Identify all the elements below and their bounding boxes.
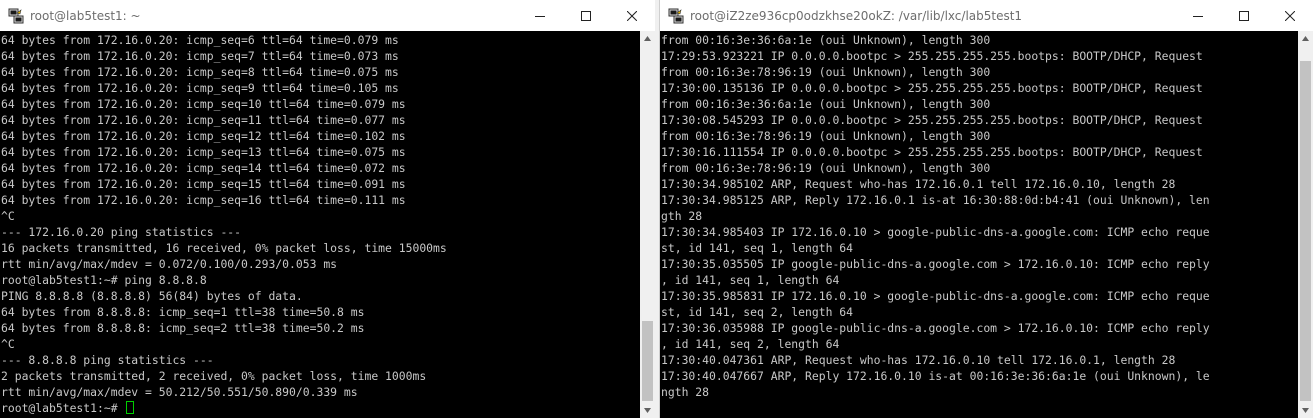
terminal-line: from 00:16:3e:78:96:19 (oui Unknown), le…: [661, 129, 991, 143]
terminal-line: 17:29:53.923221 IP 0.0.0.0.bootpc > 255.…: [661, 49, 1203, 63]
terminal-line: from 00:16:3e:36:6a:1e (oui Unknown), le…: [661, 97, 991, 111]
chevron-up-icon: [644, 36, 651, 41]
terminal-line: 17:30:34.985403 IP 172.16.0.10 > google-…: [661, 225, 1210, 239]
putty-icon: [8, 8, 24, 23]
terminal-line: , id 141, seq 2, length 64: [661, 337, 840, 351]
terminal-line: 2 packets transmitted, 2 received, 0% pa…: [1, 369, 427, 383]
terminal-line: 64 bytes from 172.16.0.20: icmp_seq=10 t…: [1, 97, 406, 111]
minimize-icon: [535, 15, 545, 17]
scrollbar-thumb[interactable]: [1300, 61, 1311, 401]
terminal-line: gth 28: [661, 209, 703, 223]
chevron-down-icon: [644, 408, 651, 413]
terminal-line: st, id 141, seq 1, length 64: [661, 241, 854, 255]
terminal-line: 17:30:40.047667 ARP, Reply 172.16.0.10 i…: [661, 369, 1210, 383]
terminal-line: 64 bytes from 8.8.8.8: icmp_seq=2 ttl=38…: [1, 321, 365, 335]
titlebar-left[interactable]: root@lab5test1: ~: [0, 0, 655, 31]
terminal-line: 64 bytes from 172.16.0.20: icmp_seq=8 tt…: [1, 65, 399, 79]
terminal-line: ^C: [1, 209, 15, 223]
terminal-line: PING 8.8.8.8 (8.8.8.8) 56(84) bytes of d…: [1, 289, 303, 303]
close-button[interactable]: [609, 0, 655, 31]
terminal-line: 17:30:08.545293 IP 0.0.0.0.bootpc > 255.…: [661, 113, 1203, 127]
terminal-line: 64 bytes from 172.16.0.20: icmp_seq=11 t…: [1, 113, 406, 127]
terminal-line: from 00:16:3e:78:96:19 (oui Unknown), le…: [661, 65, 991, 79]
vertical-scrollbar[interactable]: [1298, 31, 1313, 418]
maximize-button[interactable]: [1221, 0, 1267, 31]
putty-icon: [668, 8, 684, 23]
chevron-down-icon: [1302, 408, 1309, 413]
vertical-scrollbar[interactable]: [640, 31, 655, 418]
maximize-button[interactable]: [563, 0, 609, 31]
scroll-up-button[interactable]: [1298, 31, 1313, 46]
minimize-icon: [1193, 15, 1203, 17]
terminal-line: 64 bytes from 172.16.0.20: icmp_seq=16 t…: [1, 193, 406, 207]
terminal-line: st, id 141, seq 2, length 64: [661, 305, 854, 319]
close-icon: [1285, 10, 1295, 21]
terminal-line: 17:30:35.985831 IP 172.16.0.10 > google-…: [661, 289, 1210, 303]
scroll-up-button[interactable]: [640, 31, 655, 46]
terminal-output[interactable]: 64 bytes from 172.16.0.20: icmp_seq=6 tt…: [0, 31, 640, 418]
close-icon: [627, 10, 637, 21]
terminal-line: rtt min/avg/max/mdev = 50.212/50.551/50.…: [1, 385, 358, 399]
window-title: root@iZ2ze936cp0odzkhse20okZ: /var/lib/l…: [690, 8, 1023, 23]
minimize-button[interactable]: [1175, 0, 1221, 31]
terminal-line: rtt min/avg/max/mdev = 0.072/0.100/0.293…: [1, 257, 338, 271]
terminal-line: 64 bytes from 172.16.0.20: icmp_seq=12 t…: [1, 129, 406, 143]
terminal-line: ngth 28: [661, 385, 710, 399]
terminal-output[interactable]: from 00:16:3e:36:6a:1e (oui Unknown), le…: [660, 31, 1298, 418]
terminal-line: 64 bytes from 172.16.0.20: icmp_seq=13 t…: [1, 145, 406, 159]
terminal-line: 64 bytes from 8.8.8.8: icmp_seq=1 ttl=38…: [1, 305, 365, 319]
terminal-line: from 00:16:3e:78:96:19 (oui Unknown), le…: [661, 161, 991, 175]
terminal-line: , id 141, seq 1, length 64: [661, 273, 840, 287]
chevron-up-icon: [1302, 36, 1309, 41]
terminal-line: 17:30:00.135136 IP 0.0.0.0.bootpc > 255.…: [661, 81, 1203, 95]
scroll-down-button[interactable]: [640, 403, 655, 418]
terminal-line: 64 bytes from 172.16.0.20: icmp_seq=7 tt…: [1, 49, 399, 63]
scroll-down-button[interactable]: [1298, 403, 1313, 418]
close-button[interactable]: [1267, 0, 1313, 31]
titlebar-right[interactable]: root@iZ2ze936cp0odzkhse20okZ: /var/lib/l…: [660, 0, 1313, 31]
window-title: root@lab5test1: ~: [30, 8, 141, 23]
terminal-line: 16 packets transmitted, 16 received, 0% …: [1, 241, 447, 255]
terminal-line: from 00:16:3e:36:6a:1e (oui Unknown), le…: [661, 33, 991, 47]
prompt-line[interactable]: root@lab5test1:~#: [1, 400, 640, 416]
terminal-line: 17:30:34.985102 ARP, Request who-has 172…: [661, 177, 1176, 191]
terminal-line: root@lab5test1:~# ping 8.8.8.8: [1, 273, 207, 287]
terminal-line: --- 8.8.8.8 ping statistics ---: [1, 353, 214, 367]
terminal-line: 17:30:34.985125 ARP, Reply 172.16.0.1 is…: [661, 193, 1210, 207]
terminal-line: --- 172.16.0.20 ping statistics ---: [1, 225, 242, 239]
text-cursor: [126, 401, 135, 414]
terminal-line: 64 bytes from 172.16.0.20: icmp_seq=14 t…: [1, 161, 406, 175]
terminal-line: 64 bytes from 172.16.0.20: icmp_seq=6 tt…: [1, 33, 399, 47]
minimize-button[interactable]: [517, 0, 563, 31]
scrollbar-thumb[interactable]: [642, 321, 653, 401]
terminal-window-right[interactable]: root@iZ2ze936cp0odzkhse20okZ: /var/lib/l…: [659, 0, 1313, 418]
terminal-window-left[interactable]: root@lab5test1: ~ 64 bytes from 172.16.0…: [0, 0, 655, 418]
terminal-line: 17:30:36.035988 IP google-public-dns-a.g…: [661, 321, 1210, 335]
shell-prompt: root@lab5test1:~#: [1, 401, 125, 415]
terminal-line: 64 bytes from 172.16.0.20: icmp_seq=15 t…: [1, 177, 406, 191]
maximize-icon: [581, 10, 591, 21]
terminal-line: 17:30:16.111554 IP 0.0.0.0.bootpc > 255.…: [661, 145, 1203, 159]
terminal-line: 17:30:35.035505 IP google-public-dns-a.g…: [661, 257, 1210, 271]
terminal-line: 64 bytes from 172.16.0.20: icmp_seq=9 tt…: [1, 81, 399, 95]
terminal-line: 17:30:40.047361 ARP, Request who-has 172…: [661, 353, 1176, 367]
maximize-icon: [1239, 10, 1249, 21]
terminal-line: ^C: [1, 337, 15, 351]
